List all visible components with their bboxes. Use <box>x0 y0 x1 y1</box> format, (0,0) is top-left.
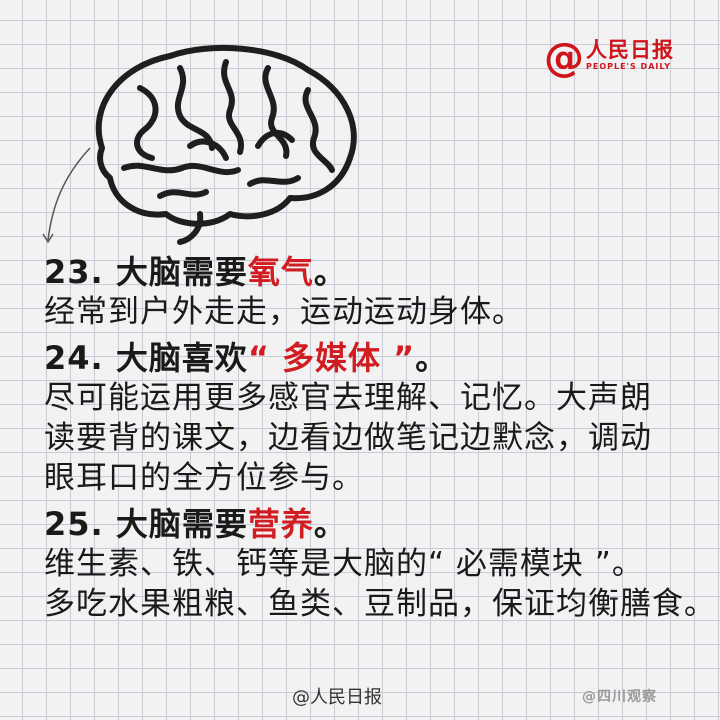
people-daily-logo: @ 人民日报 PEOPLE'S DAILY <box>544 38 674 82</box>
tip-title: 大脑需要 <box>115 505 248 543</box>
tip-keyword: 氧气 <box>247 253 314 291</box>
logo-name: 人民日报 <box>586 38 674 62</box>
tip-title-end: 。 <box>415 339 449 377</box>
tip-23: 23. 大脑需要氧气。 经常到户外走走，运动运动身体。 <box>44 252 704 332</box>
brain-illustration <box>42 44 357 245</box>
tip-heading: 24. 大脑喜欢“ 多媒体 ”。 <box>44 338 704 378</box>
tip-25: 25. 大脑需要营养。 维生素、铁、钙等是大脑的“ 必需模块 ”。 多吃水果粗粮… <box>44 504 716 624</box>
tip-title: 大脑需要 <box>115 253 248 291</box>
logo-at-mark: @ <box>544 35 584 81</box>
tip-title-end: 。 <box>313 253 347 291</box>
tip-heading: 25. 大脑需要营养。 <box>44 504 704 544</box>
tip-number: 24. <box>44 339 104 377</box>
tip-title: 大脑喜欢 <box>115 339 248 377</box>
tip-body-line: 读要背的课文，边看边做笔记边默念，调动 <box>44 420 652 456</box>
tip-number: 25. <box>44 505 104 543</box>
tip-number: 23. <box>44 253 104 291</box>
tip-body-line: 尽可能运用更多感官去理解、记忆。大声朗 <box>44 380 652 416</box>
tip-title-end: 。 <box>313 505 347 543</box>
watermark: @四川观察 <box>582 689 657 705</box>
tips-list: 23. 大脑需要氧气。 经常到户外走走，运动运动身体。 24. 大脑喜欢“ 多媒… <box>44 252 716 624</box>
tip-body-line: 经常到户外走走，运动运动身体。 <box>44 294 524 330</box>
logo-subtitle: PEOPLE'S DAILY <box>586 62 672 71</box>
tip-keyword: 营养 <box>247 505 314 543</box>
tip-body-line: 多吃水果粗粮、鱼类、豆制品，保证均衡膳食。 <box>44 586 716 622</box>
tip-keyword: “ 多媒体 ” <box>247 339 416 377</box>
tip-body-line: 维生素、铁、钙等是大脑的“ 必需模块 ”。 <box>44 546 644 582</box>
tip-heading: 23. 大脑需要氧气。 <box>44 252 704 292</box>
footer-credit: @人民日报 <box>292 687 382 708</box>
tip-24: 24. 大脑喜欢“ 多媒体 ”。 尽可能运用更多感官去理解、记忆。大声朗 读要背… <box>44 338 704 498</box>
tip-body-line: 眼耳口的全方位参与。 <box>44 460 364 496</box>
